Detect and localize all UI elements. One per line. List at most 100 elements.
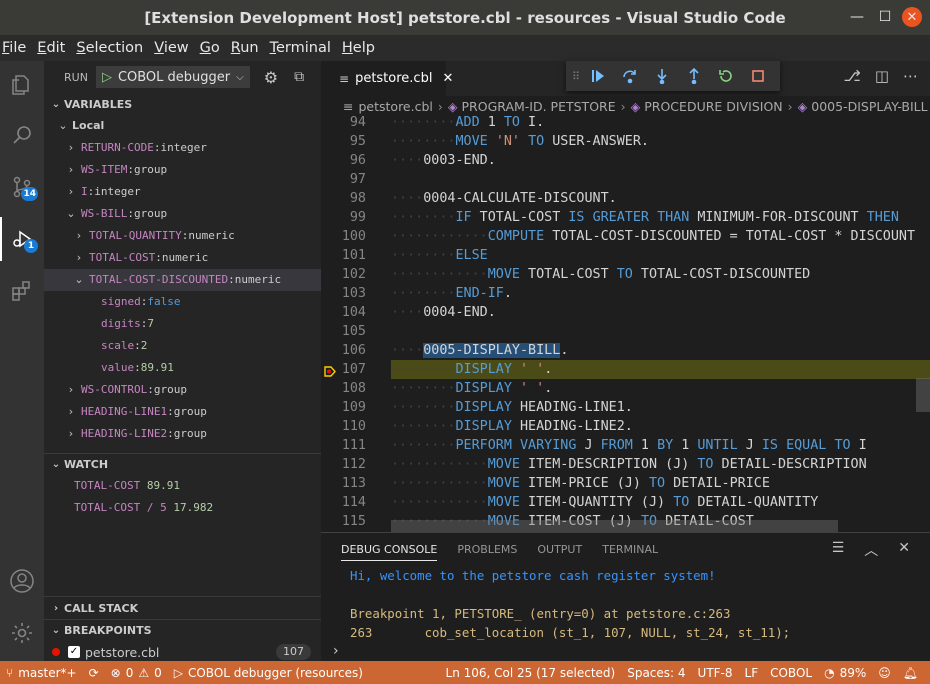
code-line[interactable]: 102 ············MOVE TOTAL-COST TO TOTAL-… <box>321 265 930 284</box>
watch-header[interactable]: ⌄ WATCH <box>44 453 321 475</box>
indentation[interactable]: Spaces: 4 <box>621 666 691 680</box>
menu-file[interactable]: File <box>2 40 26 56</box>
more-actions-icon[interactable]: ⋯ <box>903 67 918 85</box>
cursor-position[interactable]: Ln 106, Col 25 (17 selected) <box>440 666 622 680</box>
search-icon[interactable] <box>0 113 44 157</box>
breadcrumb-paragraph[interactable]: 0005-DISPLAY-BILL <box>811 99 927 114</box>
variable-item[interactable]: › RETURN-CODE: integer <box>44 137 321 159</box>
feedback-icon[interactable]: ☺ <box>872 666 897 680</box>
code-line[interactable]: 104 ····0004-END. <box>321 303 930 322</box>
variable-item[interactable]: ⌄ WS-BILL: group <box>44 203 321 225</box>
problems-status[interactable]: ⊗ 0 ⚠ 0 <box>105 666 168 680</box>
variable-item[interactable]: › WS-ITEM: group <box>44 159 321 181</box>
code-line[interactable]: 101 ········ELSE <box>321 246 930 265</box>
tab-debug-console[interactable]: DEBUG CONSOLE <box>341 543 438 561</box>
language-mode[interactable]: COBOL <box>764 666 818 680</box>
split-editor-icon[interactable]: ◫ <box>875 67 889 85</box>
menu-help[interactable]: Help <box>342 40 375 56</box>
explorer-icon[interactable] <box>0 63 44 107</box>
settings-gear-icon[interactable]: ⚙ <box>264 68 278 87</box>
encoding[interactable]: UTF-8 <box>692 666 739 680</box>
step-over-icon[interactable] <box>614 62 646 90</box>
clear-console-icon[interactable]: ☰ <box>832 540 845 560</box>
drag-handle-icon[interactable]: ⠿ <box>572 70 582 83</box>
variable-item[interactable]: › TOTAL-QUANTITY: numeric <box>44 225 321 247</box>
watch-item[interactable]: TOTAL-COST 89.91 <box>44 475 321 497</box>
menu-terminal[interactable]: Terminal <box>270 40 331 56</box>
tab-problems[interactable]: PROBLEMS <box>457 543 517 556</box>
menu-view[interactable]: View <box>154 40 188 56</box>
notifications-icon[interactable]: 🔔︎ <box>897 666 924 680</box>
eol[interactable]: LF <box>739 666 765 680</box>
breakpoint-item[interactable]: ✓ petstore.cbl 107 <box>44 641 321 663</box>
variable-item[interactable]: › TOTAL-COST: numeric <box>44 247 321 269</box>
tab-terminal[interactable]: TERMINAL <box>602 543 658 556</box>
variable-leaf[interactable]: digits: 7 <box>44 313 321 335</box>
step-into-icon[interactable] <box>646 62 678 90</box>
compare-icon[interactable]: ⎇ <box>844 67 861 85</box>
close-panel-icon[interactable]: ✕ <box>898 540 910 560</box>
code-line[interactable]: 109 ········DISPLAY HEADING-LINE1. <box>321 398 930 417</box>
run-debug-icon[interactable]: 1 <box>0 217 44 261</box>
call-stack-header[interactable]: › CALL STACK <box>44 597 321 619</box>
code-line[interactable]: 97 <box>321 170 930 189</box>
stop-icon[interactable] <box>742 62 774 90</box>
menu-selection[interactable]: Selection <box>76 40 143 56</box>
code-line[interactable]: 111 ········PERFORM VARYING J FROM 1 BY 1… <box>321 436 930 455</box>
code-line[interactable]: 110 ········DISPLAY HEADING-LINE2. <box>321 417 930 436</box>
menu-run[interactable]: Run <box>231 40 259 56</box>
debug-status[interactable]: ▷ COBOL debugger (resources) <box>168 666 369 680</box>
step-out-icon[interactable] <box>678 62 710 90</box>
breadcrumb-division[interactable]: PROCEDURE DIVISION <box>644 99 782 114</box>
tab-output[interactable]: OUTPUT <box>537 543 582 556</box>
menu-go[interactable]: Go <box>200 40 220 56</box>
battery-status[interactable]: ◔ 89% <box>818 666 872 680</box>
debug-console-toggle-icon[interactable]: ⧉ <box>294 69 304 85</box>
variable-item[interactable]: › I: integer <box>44 181 321 203</box>
sync-icon[interactable]: ⟳ <box>83 666 105 680</box>
manage-gear-icon[interactable] <box>0 611 44 655</box>
code-line[interactable]: 98 ····0004-CALCULATE-DISCOUNT. <box>321 189 930 208</box>
code-line[interactable]: 96 ····0003-END. <box>321 151 930 170</box>
scope-local[interactable]: ⌄ Local <box>44 115 321 137</box>
start-debug-icon[interactable]: ▷ <box>102 70 112 85</box>
code-line[interactable]: 103 ········END-IF. <box>321 284 930 303</box>
code-line[interactable]: 114 ············MOVE ITEM-QUANTITY (J) TO… <box>321 493 930 512</box>
extensions-icon[interactable] <box>0 269 44 313</box>
console-input-chevron-icon[interactable]: › <box>333 643 339 659</box>
source-control-icon[interactable]: 14 <box>0 165 44 209</box>
breadcrumb-program[interactable]: PROGRAM-ID. PETSTORE <box>462 99 616 114</box>
debug-config-select[interactable]: ▷ COBOL debugger ⌵ <box>95 66 250 88</box>
close-icon[interactable]: ✕ <box>902 7 922 27</box>
close-tab-icon[interactable]: ✕ <box>442 71 453 86</box>
code-line[interactable]: 108 ········DISPLAY ' '. <box>321 379 930 398</box>
variable-item[interactable]: ⌄ TOTAL-COST-DISCOUNTED: numeric <box>44 269 321 291</box>
code-line[interactable]: 106 ····0005-DISPLAY-BILL. <box>321 341 930 360</box>
variable-leaf[interactable]: signed: false <box>44 291 321 313</box>
variable-item[interactable]: › HEADING-LINE2: group <box>44 423 321 445</box>
account-icon[interactable] <box>0 559 44 603</box>
branch-status[interactable]: ⑂ master*+ <box>0 666 83 680</box>
editor-scrollbar[interactable] <box>916 378 930 412</box>
variables-header[interactable]: ⌄ VARIABLES <box>44 93 321 115</box>
variable-item[interactable]: › WS-CONTROL: group <box>44 379 321 401</box>
maximize-icon[interactable]: ☐ <box>874 6 896 28</box>
editor-hscrollbar[interactable] <box>391 520 838 532</box>
breadcrumb-file[interactable]: petstore.cbl <box>358 99 432 114</box>
code-line[interactable]: 99 ········IF TOTAL-COST IS GREATER THAN … <box>321 208 930 227</box>
code-line[interactable]: 100 ············COMPUTE TOTAL-COST-DISCOU… <box>321 227 930 246</box>
variable-leaf[interactable]: scale: 2 <box>44 335 321 357</box>
code-line[interactable]: 95 ········MOVE 'N' TO USER-ANSWER. <box>321 132 930 151</box>
code-line[interactable]: 113 ············MOVE ITEM-PRICE (J) TO DE… <box>321 474 930 493</box>
code-line[interactable]: 112 ············MOVE ITEM-DESCRIPTION (J)… <box>321 455 930 474</box>
continue-icon[interactable] <box>582 62 614 90</box>
restart-icon[interactable] <box>710 62 742 90</box>
watch-item[interactable]: TOTAL-COST / 5 17.982 <box>44 497 321 519</box>
breakpoint-checkbox[interactable]: ✓ <box>68 646 80 658</box>
menu-edit[interactable]: Edit <box>37 40 65 56</box>
breakpoints-header[interactable]: ⌄ BREAKPOINTS <box>44 619 321 641</box>
maximize-panel-icon[interactable]: ︿ <box>864 540 878 560</box>
tab-petstore[interactable]: ≡ petstore.cbl ✕ <box>321 61 453 96</box>
code-line[interactable]: 105 <box>321 322 930 341</box>
code-line[interactable]: 94 ········ADD 1 TO I. <box>321 116 930 132</box>
